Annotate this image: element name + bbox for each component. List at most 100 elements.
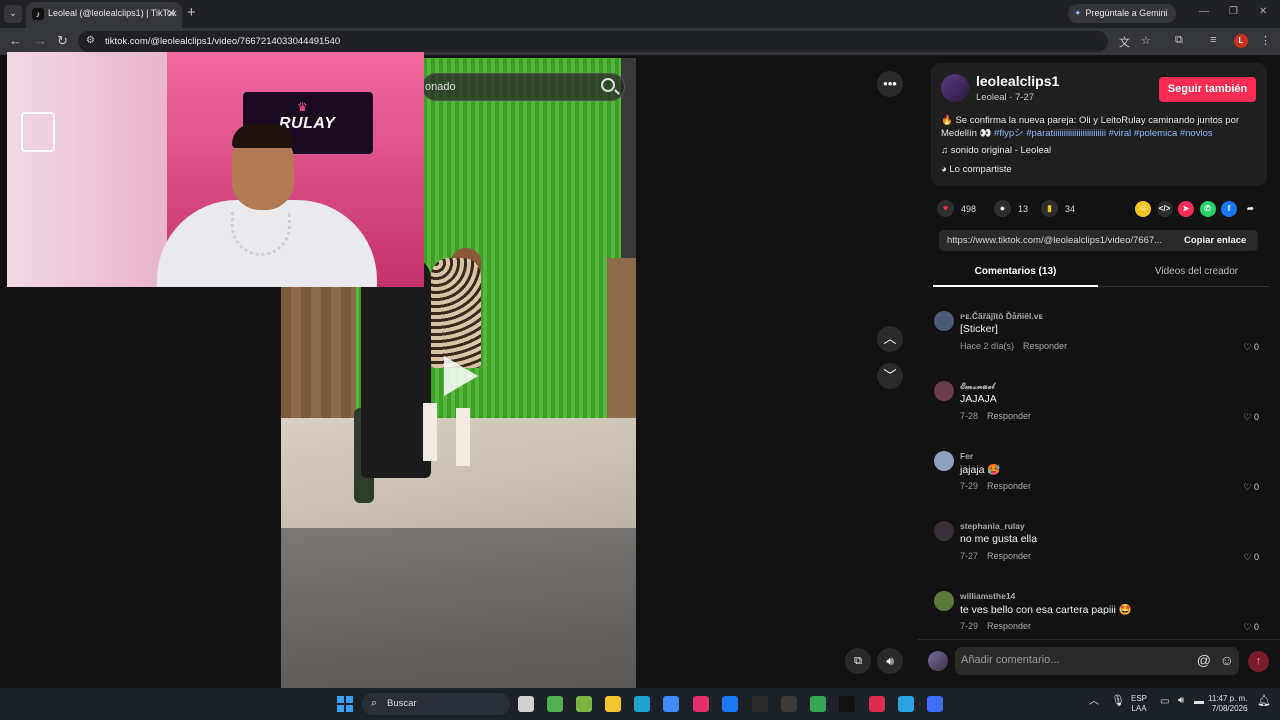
language-indicator[interactable]: ESP LAA — [1131, 694, 1147, 714]
microphone-icon[interactable]: 🎙︎ — [1111, 696, 1125, 707]
comment-like-count: 0 — [1253, 342, 1259, 352]
reply-button[interactable]: Responder — [1023, 341, 1067, 351]
battery-icon[interactable]: ▬ — [1194, 697, 1204, 707]
comment-item: 𝓔𝓶𝔁𝓷𝓾𝓮𝓵 JAJAJA 7-28 Responder ♡ 0 — [933, 373, 1269, 433]
task-view-icon[interactable] — [518, 696, 534, 712]
comment-like-button[interactable]: ♡ 0 — [1243, 622, 1259, 633]
comment-username[interactable]: 𝓔𝓶𝔁𝓷𝓾𝓮𝓵 — [960, 381, 995, 392]
mention-icon[interactable]: @ — [1197, 652, 1211, 668]
reply-button[interactable]: Responder — [987, 621, 1031, 631]
more-options-button[interactable]: ••• — [877, 71, 903, 97]
tab-creator-videos[interactable]: Videos del creador — [1114, 266, 1279, 277]
volume-button[interactable]: 🔊︎ — [877, 648, 903, 674]
search-bar[interactable]: onado — [422, 73, 625, 101]
comment-avatar[interactable] — [934, 521, 954, 541]
facebook-icon[interactable]: f — [1221, 201, 1237, 217]
copy-link-button[interactable]: Copiar enlace — [1184, 235, 1246, 246]
taskbar-search[interactable]: ⌕ Buscar — [362, 693, 510, 715]
embed-icon[interactable]: </> — [1156, 201, 1173, 217]
comment-avatar[interactable] — [934, 451, 954, 471]
file-explorer-icon[interactable] — [605, 696, 621, 712]
comment-avatar[interactable] — [934, 591, 954, 611]
save-button[interactable]: ▮ 34 — [1041, 200, 1075, 218]
comment-username[interactable]: stephania_rulay — [960, 521, 1025, 531]
description-tags[interactable]: #flypシ #paratiiiiiiiiiiiiiiiiiiiiiiiii #… — [994, 128, 1213, 139]
profile-avatar[interactable]: L — [1234, 34, 1248, 48]
creator-avatar[interactable] — [941, 74, 969, 102]
notification-icon[interactable]: 🔔︎ — [1257, 696, 1271, 707]
reply-button[interactable]: Responder — [987, 411, 1031, 421]
send-comment-button[interactable]: ↑ — [1248, 651, 1269, 672]
comment-avatar[interactable] — [934, 381, 954, 401]
obs-icon[interactable] — [781, 696, 797, 712]
like-button[interactable]: ♥ 498 — [937, 200, 976, 218]
video-link[interactable]: https://www.tiktok.com/@leolealclips1/vi… — [947, 235, 1172, 246]
comment-like-button[interactable]: ♡ 0 — [1243, 342, 1259, 353]
follow-button[interactable]: Seguir también — [1159, 77, 1256, 102]
forward-button[interactable]: → — [34, 33, 47, 48]
comment-avatar[interactable] — [934, 311, 954, 331]
comment-username[interactable]: williamsthe14 — [960, 591, 1015, 601]
edge-icon[interactable] — [634, 696, 650, 712]
play-icon[interactable] — [444, 356, 478, 396]
comment-button[interactable]: ● 13 — [994, 200, 1028, 218]
bookmark-star-icon[interactable]: ☆ — [1141, 34, 1151, 47]
store-icon[interactable] — [663, 696, 679, 712]
comment-date: 7-28 — [960, 411, 979, 421]
start-button[interactable] — [337, 696, 353, 712]
creator-subline: Leoleal · 7-27 — [976, 92, 1035, 103]
previous-video-button[interactable]: ︿ — [877, 326, 903, 352]
app-icon[interactable] — [576, 696, 592, 712]
back-button[interactable]: ← — [9, 33, 22, 48]
comment-like-button[interactable]: ♡ 0 — [1243, 552, 1259, 563]
minimize-button[interactable]: — — [1199, 6, 1209, 17]
tab-search-button[interactable]: ⌄ — [4, 5, 22, 23]
comment-username[interactable]: ᴘᴇ.Čãřäjîtô Ďåñîêl.ᴠᴇ — [960, 311, 1043, 321]
telegram-icon[interactable] — [898, 696, 914, 712]
reload-button[interactable]: ↻ — [57, 33, 68, 49]
whatsapp-icon[interactable]: ✆ — [1199, 201, 1216, 217]
sound-row[interactable]: ♫ sonido original - Leoleal — [941, 145, 1051, 156]
comment-text: jajaja 🥵 — [960, 464, 1001, 476]
comment-username[interactable]: Fer — [960, 451, 973, 461]
clock[interactable]: 11:47 p. m. 7/08/2026 — [1208, 694, 1247, 714]
comment-like-button[interactable]: ♡ 0 — [1243, 412, 1259, 423]
tray-overflow-icon[interactable]: ︿ — [1089, 697, 1099, 707]
translate-icon[interactable]: 文 — [1119, 34, 1130, 50]
next-video-button[interactable]: ﹀ — [877, 363, 903, 389]
send-icon[interactable]: ➤ — [1178, 201, 1194, 217]
reply-button[interactable]: Responder — [987, 551, 1031, 561]
close-tab-icon[interactable]: ✕ — [167, 7, 176, 20]
maximize-button[interactable]: ❐ — [1229, 6, 1238, 17]
gemini-button[interactable]: ✦ Pregúntale a Gemini — [1068, 4, 1176, 23]
emoji-icon[interactable]: ☺ — [1220, 652, 1234, 668]
widgets-icon[interactable] — [547, 696, 563, 712]
browser-tab[interactable]: ♪ Leoleal (@leolealclips1) | TikTok ✕ — [26, 2, 182, 28]
network-icon[interactable]: ▭ — [1160, 697, 1169, 707]
instagram-icon[interactable] — [693, 696, 709, 712]
search-icon[interactable] — [601, 78, 615, 92]
mini-player-button[interactable]: ⧉ — [845, 648, 871, 674]
address-bar[interactable]: ⚙ tiktok.com/@leolealclips1/video/766721… — [78, 31, 1108, 52]
tab-comments[interactable]: Comentarios (13) — [933, 266, 1098, 287]
reply-button[interactable]: Responder — [987, 481, 1031, 491]
tab-strip: ⌄ ♪ Leoleal (@leolealclips1) | TikTok ✕ … — [0, 0, 1280, 28]
menu-icon[interactable]: ⋮ — [1260, 34, 1271, 47]
comment-input[interactable]: Añadir comentario... @ ☺ — [955, 647, 1239, 675]
tiktok-taskbar-icon[interactable] — [839, 696, 855, 712]
reading-list-icon[interactable]: ≡ — [1210, 34, 1216, 46]
volume-tray-icon[interactable]: 🔊︎ — [1178, 696, 1184, 706]
share-arrow-icon[interactable]: ➦ — [1242, 201, 1259, 217]
red-app-icon[interactable] — [752, 696, 768, 712]
facebook-taskbar-icon[interactable] — [722, 696, 738, 712]
new-tab-button[interactable]: + — [187, 4, 196, 21]
close-window-button[interactable]: ✕ — [1259, 6, 1267, 17]
comment-like-button[interactable]: ♡ 0 — [1243, 482, 1259, 493]
tiktok-live-icon[interactable] — [869, 696, 885, 712]
extensions-icon[interactable]: ⧉ — [1175, 34, 1183, 47]
chrome-icon[interactable] — [810, 696, 826, 712]
site-info-icon[interactable]: ⚙ — [86, 35, 95, 46]
creator-username[interactable]: leolealclips1 — [976, 73, 1059, 89]
blue-app-icon[interactable] — [927, 696, 943, 712]
friends-share-icon[interactable]: ☺ — [1135, 201, 1151, 217]
